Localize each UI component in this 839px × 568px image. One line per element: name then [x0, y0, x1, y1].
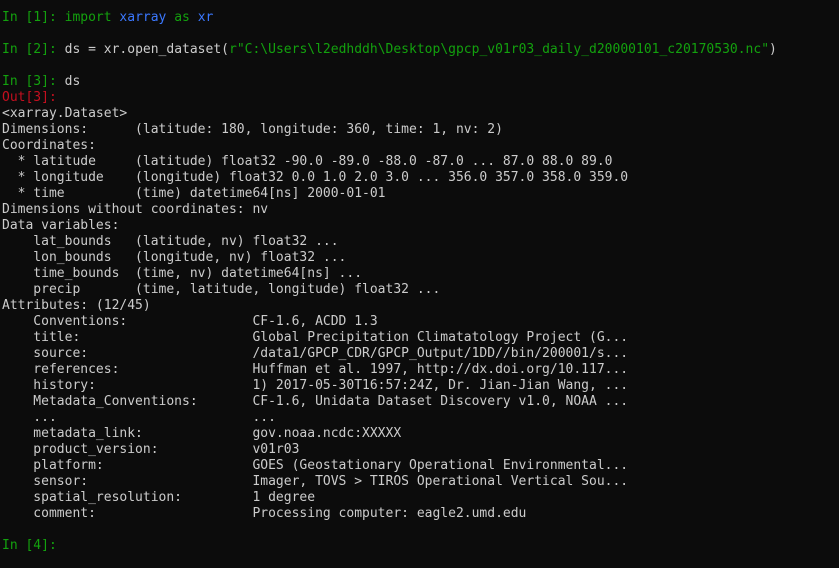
output-line: Conventions: CF-1.6, ACDD 1.3 [2, 314, 378, 329]
output-line: Attributes: (12/45) [2, 298, 151, 313]
dataset-repr-output: <xarray.Dataset> Dimensions: (latitude: 1… [0, 106, 839, 522]
output-line: * latitude (latitude) float32 -90.0 -89.… [2, 154, 613, 169]
output-line: title: Global Precipitation Climatatolog… [2, 330, 629, 345]
in-prompt: In [2]: [2, 42, 57, 57]
import-keyword: import [64, 10, 112, 25]
out-prompt: Out[3]: [2, 90, 57, 105]
input-line-4[interactable]: In [4]: [0, 538, 839, 554]
module-name: xarray [119, 10, 167, 25]
terminal-console[interactable]: In [1]: import xarray as xr In [2]: ds =… [0, 0, 839, 568]
in-prompt: In [3]: [2, 74, 57, 89]
code-text: ds = xr.open_dataset( [64, 42, 229, 57]
as-keyword: as [174, 10, 190, 25]
output-line: Dimensions without coordinates: nv [2, 202, 269, 217]
output-line: metadata_link: gov.noaa.ncdc:XXXXX [2, 426, 402, 441]
output-line: <xarray.Dataset> [2, 106, 128, 121]
input-line-1: In [1]: import xarray as xr [0, 10, 839, 26]
module-alias: xr [197, 10, 214, 25]
code-text: ds [64, 74, 81, 89]
output-line: product_version: v01r03 [2, 442, 300, 457]
output-line: precip (time, latitude, longitude) float… [2, 282, 441, 297]
in-prompt: In [4]: [2, 538, 57, 553]
output-line: comment: Processing computer: eagle2.umd… [2, 506, 527, 521]
output-line: Data variables: [2, 218, 120, 233]
output-line: Metadata_Conventions: CF-1.6, Unidata Da… [2, 394, 629, 409]
in-prompt: In [1]: [2, 10, 57, 25]
output-line: lat_bounds (latitude, nv) float32 ... [2, 234, 339, 249]
output-line: spatial_resolution: 1 degree [2, 490, 316, 505]
output-line: platform: GOES (Geostationary Operationa… [2, 458, 629, 473]
input-line-2: In [2]: ds = xr.open_dataset(r"C:\Users\… [0, 42, 839, 58]
output-line: * time (time) datetime64[ns] 2000-01-01 [2, 186, 386, 201]
output-line: ... ... [2, 410, 276, 425]
path-string: r"C:\Users\l2edhddh\Desktop\gpcp_v01r03_… [229, 42, 770, 57]
output-prompt: Out[3]: [0, 90, 839, 106]
output-line: history: 1) 2017-05-30T16:57:24Z, Dr. Ji… [2, 378, 629, 393]
output-line: time_bounds (time, nv) datetime64[ns] ..… [2, 266, 363, 281]
output-line: Coordinates: [2, 138, 96, 153]
output-line: sensor: Imager, TOVS > TIROS Operational… [2, 474, 629, 489]
output-line: references: Huffman et al. 1997, http://… [2, 362, 629, 377]
output-line: Dimensions: (latitude: 180, longitude: 3… [2, 122, 503, 137]
code-text: ) [769, 42, 777, 57]
output-line: lon_bounds (longitude, nv) float32 ... [2, 250, 347, 265]
output-line: source: /data1/GPCP_CDR/GPCP_Output/1DD/… [2, 346, 629, 361]
input-line-3: In [3]: ds [0, 74, 839, 90]
output-line: * longitude (longitude) float32 0.0 1.0 … [2, 170, 629, 185]
